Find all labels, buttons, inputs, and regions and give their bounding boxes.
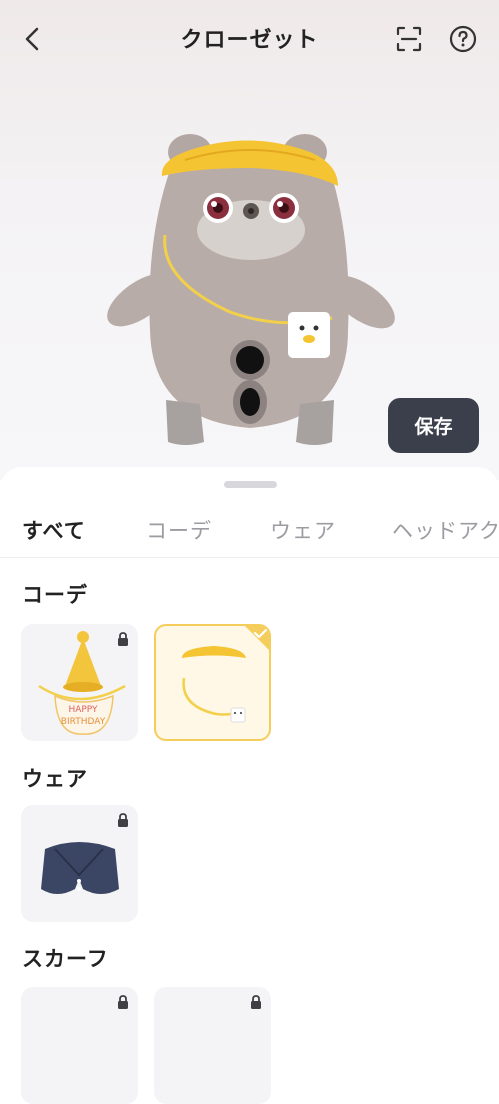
bib-text-birthday: BIRTHDAY — [61, 717, 106, 727]
save-button[interactable]: 保存 — [388, 398, 479, 453]
tab-head-accessory[interactable]: ヘッドアクセ — [392, 515, 499, 545]
closet-sheet: すべて コーデ ウェア ヘッドアクセ コーデ HAPPY BIRTHDAY — [0, 467, 499, 1104]
lock-icon — [251, 995, 261, 1009]
bib-text-happy: HAPPY — [68, 705, 98, 715]
lock-icon — [118, 813, 128, 827]
lock-icon — [118, 995, 128, 1009]
selected-check-icon — [245, 626, 269, 650]
section-title-wear: ウェア — [22, 767, 88, 791]
item-navy-vest[interactable] — [21, 805, 138, 922]
robot-pouch — [288, 312, 330, 358]
robot-left-eye — [203, 193, 233, 223]
robot-left-foot — [166, 400, 204, 445]
item-scarf-2[interactable] — [154, 987, 271, 1104]
tab-all[interactable]: すべて — [22, 515, 86, 545]
robot-right-eye — [269, 193, 299, 223]
item-birthday-set[interactable]: HAPPY BIRTHDAY — [21, 624, 138, 741]
sheet-drag-handle[interactable] — [224, 481, 277, 488]
scan-button[interactable] — [394, 24, 424, 54]
category-tabs: すべて コーデ ウェア ヘッドアクセ — [0, 507, 499, 558]
page-title: クローゼット — [180, 28, 319, 53]
tab-wear[interactable]: ウェア — [270, 515, 336, 545]
robot-avatar — [107, 134, 395, 445]
section-title-coordinate: コーデ — [22, 583, 88, 607]
tab-coordinate[interactable]: コーデ — [146, 515, 212, 545]
item-yellow-hat-set[interactable] — [154, 624, 271, 741]
section-title-scarf: スカーフ — [22, 947, 109, 971]
top-bar: クローゼット — [0, 0, 499, 78]
help-icon — [449, 25, 477, 53]
scan-icon — [396, 26, 422, 52]
item-scarf-1[interactable] — [21, 987, 138, 1104]
robot-preview-area: クローゼット 保存 — [0, 0, 499, 480]
help-button[interactable] — [448, 24, 478, 54]
lock-icon — [118, 632, 128, 646]
robot-right-foot — [296, 400, 334, 445]
